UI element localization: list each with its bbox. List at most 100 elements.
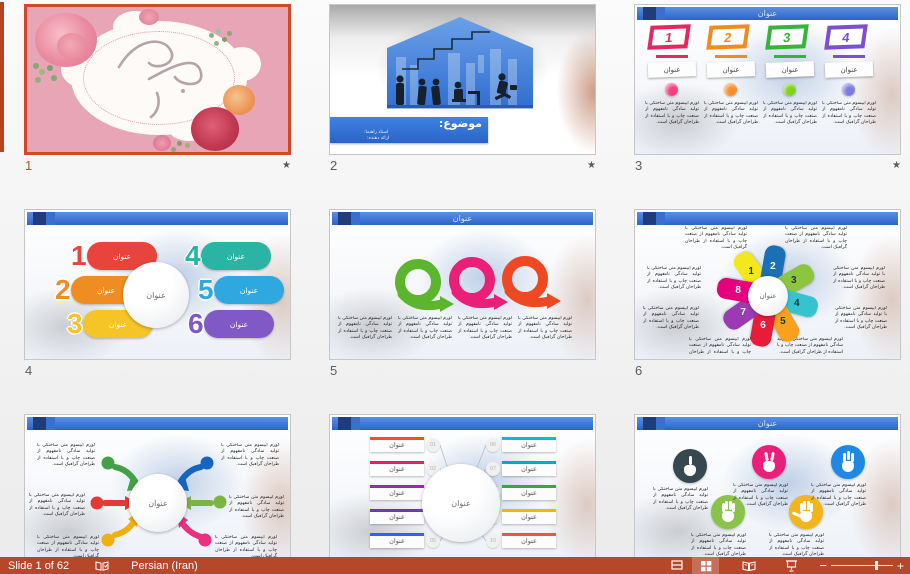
slide1-pink-background <box>27 7 288 152</box>
transition-star-icon: ★ <box>892 160 901 171</box>
pill-item-4: عنوان <box>201 242 271 270</box>
slide-number-1: 1 <box>25 158 32 173</box>
bullet-ball <box>724 83 737 96</box>
list-item: عنوان <box>370 485 424 500</box>
pill-number-6: 6 <box>188 310 204 338</box>
arrow-dot-4 <box>201 457 214 470</box>
body-text: لورم ایپسوم متن ساختگی با تولید سادگی نا… <box>822 101 876 149</box>
clipped-slide-edge <box>0 2 4 152</box>
list-item: عنوان <box>370 533 424 548</box>
item-number: 06 <box>486 438 500 452</box>
body-text: لورم ایپسوم متن ساختگی با تولید سادگی نا… <box>833 266 885 302</box>
body-text: لورم ایپسوم متن ساختگی با تولید سادگی نا… <box>704 101 758 149</box>
list-item: عنوان <box>502 509 556 524</box>
slide-thumbnail-8[interactable]: عنوان 01 عنوان 02 عنوان 03 عنوان 04 عنوا… <box>329 414 596 565</box>
pill-number-4: 4 <box>185 242 201 270</box>
hand-gesture-2-icon <box>752 445 786 479</box>
slide-title: عنوان <box>637 9 898 18</box>
slide-thumbnail-7[interactable]: لورم ایپسوم متن ساختگی با تولید سادگی نا… <box>24 414 291 565</box>
pill-item-6: عنوان <box>204 310 274 338</box>
slide-thumbnail-9[interactable]: عنوان لورم ایپسوم متن ساختگی با تولید سا… <box>634 414 901 565</box>
pill-item-5: عنوان <box>214 276 284 304</box>
flag-2: 2 <box>706 24 750 49</box>
zoom-out-button[interactable]: − <box>819 558 827 573</box>
body-text: لورم ایپسوم متن ساختگی با تولید سادگی نا… <box>518 316 572 354</box>
slide-thumbnail-3[interactable]: عنوان 1 عنوان لورم ایپسوم متن ساختگی با … <box>634 4 901 155</box>
slide-number-2: 2 <box>330 158 337 173</box>
zoom-slider-thumb[interactable] <box>875 561 878 570</box>
flag-4: 4 <box>824 24 868 49</box>
flag-3: 3 <box>765 24 809 49</box>
list-item: عنوان <box>370 461 424 476</box>
body-text: لورم ایپسوم متن ساختگی با تولید سادگی نا… <box>689 337 751 355</box>
pill-number-5: 5 <box>198 276 214 304</box>
center-circle: عنوان <box>748 276 788 316</box>
label-tab: عنوان <box>825 61 873 78</box>
reading-view-button[interactable] <box>735 557 762 574</box>
list-item: عنوان <box>370 437 424 452</box>
item-number: 01 <box>426 438 440 452</box>
slide-number-6: 6 <box>635 363 642 378</box>
label-tab: عنوان <box>766 61 814 78</box>
slide-thumbnail-4[interactable]: عنوان 1 عنوان 2 عنوان 3 عنوان 4 عنوان 5 … <box>24 209 291 360</box>
body-text: لورم ایپسوم متن ساختگی با تولید سادگی نا… <box>645 101 699 149</box>
center-circle: عنوان <box>129 474 187 532</box>
item-number: 07 <box>486 462 500 476</box>
slide-title: عنوان <box>637 419 898 428</box>
title-bar-accent-square <box>643 212 656 225</box>
torn-paper-background: موضوع: استاد راهنما: ارائه دهنده: <box>330 5 595 154</box>
body-text: لورم ایپسوم متن ساختگی با تولید سادگی نا… <box>398 316 452 354</box>
bullet-ball <box>665 83 678 96</box>
list-item: عنوان <box>502 437 556 452</box>
pill-number-1: 1 <box>71 242 87 270</box>
banner-subject-label: موضوع: <box>439 117 482 130</box>
slide-title-bar <box>637 212 898 225</box>
slide-thumbnail-6[interactable]: لورم ایپسوم متن ساختگی با تولید سادگی نا… <box>634 209 901 360</box>
item-number: 05 <box>426 534 440 548</box>
spell-check-icon[interactable] <box>95 560 109 572</box>
slide-title-bar: عنوان <box>637 417 898 430</box>
transition-star-icon: ★ <box>282 160 291 171</box>
body-text: لورم ایپسوم متن ساختگی با تولید سادگی نا… <box>647 266 701 302</box>
hand-gesture-3-icon <box>831 445 865 479</box>
body-text: لورم ایپسوم متن ساختگی با تولید سادگی نا… <box>785 226 847 262</box>
green-sprig-left <box>33 63 39 69</box>
zoom-slider[interactable] <box>831 565 893 566</box>
slide-sorter-view-button[interactable] <box>692 557 719 574</box>
body-text: لورم ایپسوم متن ساختگی با تولید سادگی نا… <box>811 483 866 527</box>
title-bar-accent-square <box>33 212 46 225</box>
slide-show-button[interactable] <box>778 557 805 574</box>
slide-counter: Slide 1 of 62 <box>8 560 69 572</box>
arrow-dot-2 <box>91 497 104 510</box>
body-text: لورم ایپسوم متن ساختگی با تولید سادگی نا… <box>733 483 788 523</box>
label-tab: عنوان <box>707 61 755 78</box>
pink-bud-bottom <box>153 135 171 151</box>
slide-title-bar <box>27 212 288 225</box>
slide-thumbnail-2[interactable]: موضوع: استاد راهنما: ارائه دهنده: <box>329 4 596 155</box>
arrow-dot-6 <box>199 534 212 547</box>
arrow-dot-5 <box>214 496 227 509</box>
slide-thumbnail-5[interactable]: عنوان لورم ایپسوم متن ساختگی با تولید سا… <box>329 209 596 360</box>
center-circle: عنوان <box>422 464 500 542</box>
slide-number-5: 5 <box>330 363 337 378</box>
body-text: لورم ایپسوم متن ساختگی با تولید سادگی نا… <box>653 487 708 531</box>
pill-number-2: 2 <box>55 276 71 304</box>
list-item: عنوان <box>502 533 556 548</box>
bismillah-calligraphy <box>105 33 215 123</box>
language-indicator[interactable]: Persian (Iran) <box>131 560 198 572</box>
flag-1: 1 <box>647 24 691 49</box>
body-text: لورم ایپسوم متن ساختگی با تولید سادگی نا… <box>458 316 512 354</box>
red-rose-flower <box>191 107 239 151</box>
normal-view-button[interactable] <box>663 557 690 574</box>
center-circle: عنوان <box>123 262 189 328</box>
bullet-ball <box>842 83 855 96</box>
slide-number-4: 4 <box>25 363 32 378</box>
zoom-in-button[interactable]: + <box>897 559 904 573</box>
slide-thumbnail-1[interactable] <box>24 4 291 155</box>
banner-presenter-label: ارائه دهنده: <box>367 136 389 141</box>
hand-gesture-1-icon <box>673 449 707 483</box>
slide-number-3: 3 <box>635 158 642 173</box>
green-sprig-right <box>209 33 214 38</box>
rosebud-top <box>139 9 159 25</box>
list-item: عنوان <box>370 509 424 524</box>
